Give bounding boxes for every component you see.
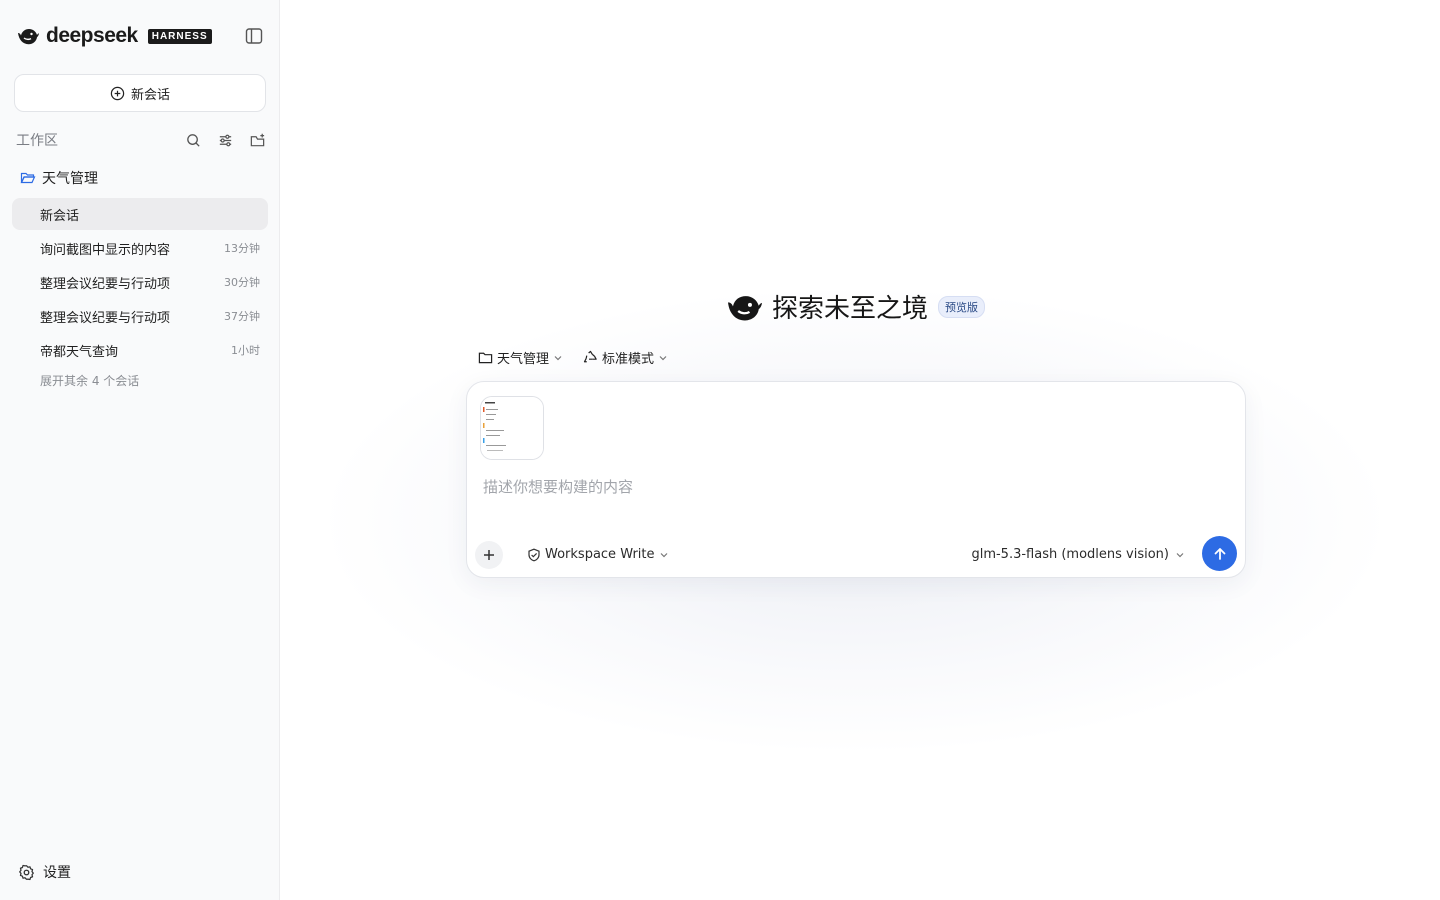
- chevron-down-icon: [1176, 552, 1184, 557]
- permission-label: Workspace Write: [545, 547, 655, 562]
- brand-badge: HARNESS: [147, 28, 212, 44]
- mode-selector-label: 标准模式: [602, 352, 655, 367]
- mode-selector[interactable]: 标准模式: [583, 348, 668, 367]
- settings-label: 设置: [43, 865, 71, 881]
- session-item[interactable]: 整理会议纪要与行动项 30分钟: [12, 266, 268, 298]
- plus-circle-icon: [110, 86, 125, 100]
- session-time: 30分钟: [224, 276, 260, 289]
- arrow-up-icon: [1214, 547, 1225, 560]
- project-selector-label: 天气管理: [497, 352, 550, 367]
- preview-badge: 预览版: [938, 295, 986, 318]
- session-time: 13分钟: [224, 242, 260, 255]
- brand: deepseek HARNESS: [16, 24, 212, 48]
- app-window: deepseek HARNESS 新会话 工作区 天气管理 新会话 询问截图中显…: [0, 0, 1440, 900]
- session-item[interactable]: 整理会议纪要与行动项 37分钟: [12, 300, 268, 332]
- session-title: 帝都天气查询: [40, 344, 119, 360]
- attachment-thumbnail[interactable]: [480, 396, 544, 460]
- session-title: 询问截图中显示的内容: [40, 242, 171, 258]
- plus-icon: [484, 550, 494, 560]
- project-selector[interactable]: 天气管理: [478, 348, 563, 367]
- sidebar-toggle-icon[interactable]: [244, 26, 264, 46]
- folder-open-icon: [20, 172, 36, 184]
- screenshot-thumbnail-image: [481, 397, 543, 459]
- gear-icon: [19, 864, 34, 880]
- session-item[interactable]: 询问截图中显示的内容 13分钟: [12, 232, 268, 264]
- new-folder-icon[interactable]: [248, 131, 266, 149]
- session-item[interactable]: 新会话: [12, 198, 268, 230]
- shield-check-icon: [528, 548, 540, 561]
- workspace-title: 工作区: [16, 133, 58, 149]
- prompt-input[interactable]: [483, 478, 1223, 496]
- add-attachment-button[interactable]: [475, 541, 503, 569]
- model-label: glm-5.3-flash (modlens vision): [971, 547, 1169, 562]
- search-icon[interactable]: [184, 131, 202, 149]
- workspace-tools: [184, 131, 266, 149]
- new-chat-label: 新会话: [130, 87, 170, 103]
- folder-name: 天气管理: [42, 171, 98, 187]
- permission-selector[interactable]: Workspace Write: [527, 547, 669, 562]
- context-selectors: 天气管理 标准模式: [478, 348, 668, 367]
- session-list: 新会话 询问截图中显示的内容 13分钟 整理会议纪要与行动项 30分钟 整理会议…: [12, 198, 268, 368]
- expand-more-sessions-link[interactable]: 展开其余 4 个会话: [40, 372, 139, 389]
- brand-name: deepseek: [46, 24, 138, 47]
- session-title: 整理会议纪要与行动项: [40, 276, 171, 292]
- session-title: 整理会议纪要与行动项: [40, 310, 171, 326]
- settings-button[interactable]: 设置: [18, 862, 71, 882]
- workspace-header: 工作区: [16, 130, 266, 150]
- chevron-down-icon: [554, 355, 562, 360]
- session-item[interactable]: 帝都天气查询 1小时: [12, 334, 268, 366]
- chevron-down-icon: [660, 552, 667, 557]
- folder-item[interactable]: 天气管理: [20, 168, 98, 188]
- hero-title: 探索未至之境: [772, 294, 929, 324]
- model-selector[interactable]: glm-5.3-flash (modlens vision): [971, 547, 1185, 562]
- filter-sliders-icon[interactable]: [216, 131, 234, 149]
- recycle-mode-icon: [583, 350, 597, 363]
- session-title: 新会话: [40, 208, 80, 224]
- session-time: 37分钟: [224, 310, 260, 323]
- hero-heading: 探索未至之境 预览版: [726, 288, 986, 325]
- send-button[interactable]: [1202, 536, 1237, 571]
- session-time: 1小时: [231, 344, 260, 357]
- sidebar: deepseek HARNESS 新会话 工作区 天气管理 新会话 询问截图中显…: [0, 0, 280, 900]
- composer: Workspace Write glm-5.3-flash (modlens v…: [466, 381, 1246, 578]
- new-chat-button[interactable]: 新会话: [14, 74, 266, 112]
- folder-icon: [478, 352, 493, 364]
- whale-logo-icon: [728, 295, 762, 320]
- whale-logo-icon: [18, 29, 39, 45]
- chevron-down-icon: [659, 355, 667, 360]
